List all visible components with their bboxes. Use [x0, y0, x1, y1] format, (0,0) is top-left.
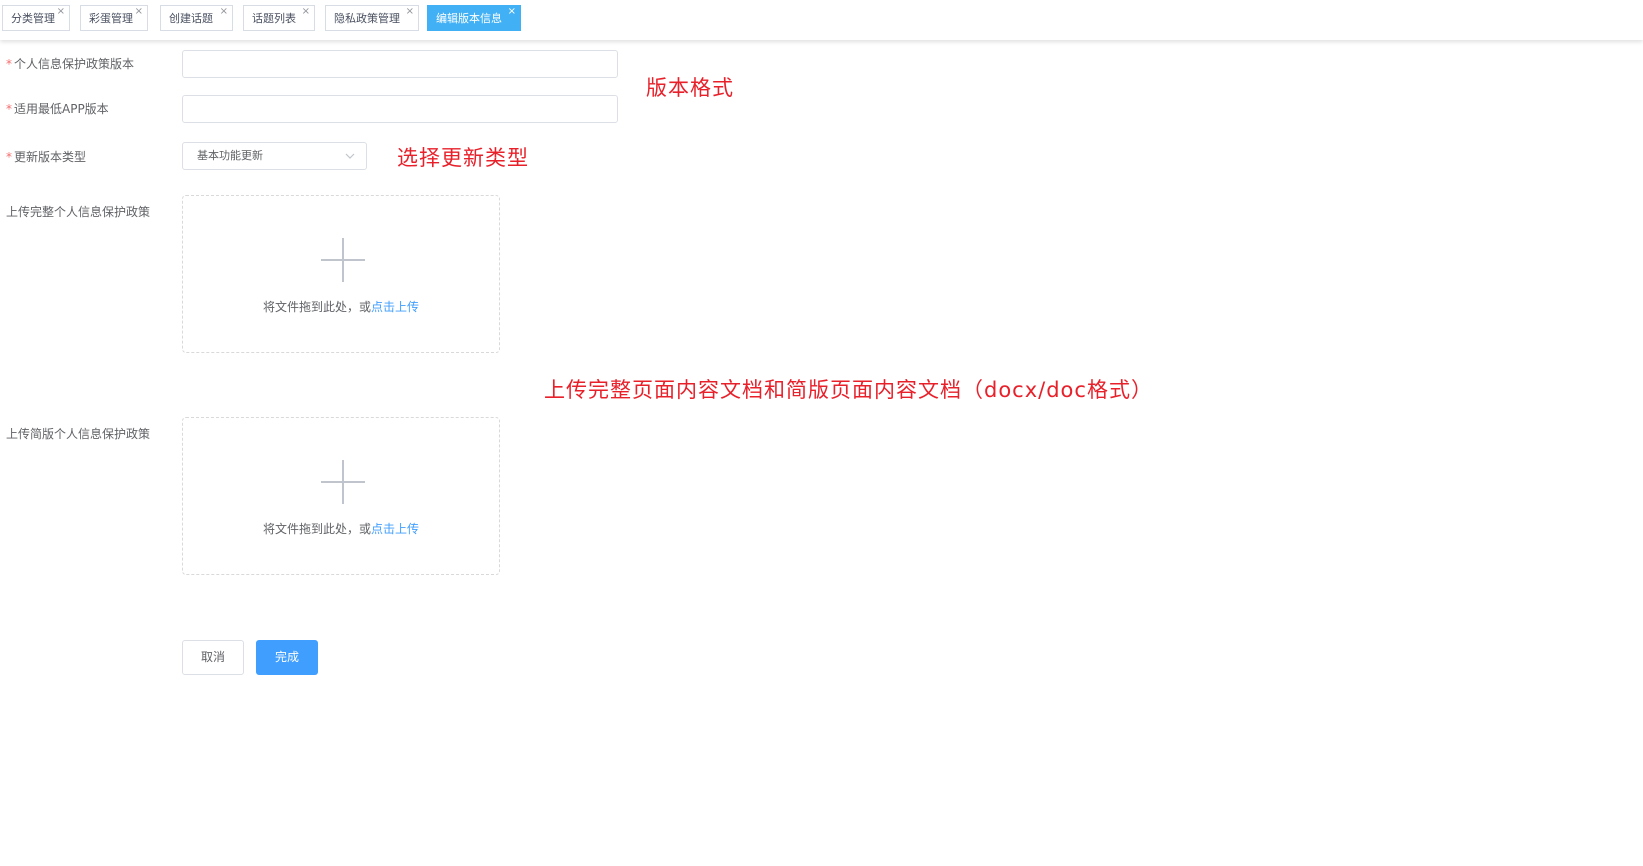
- chevron-down-icon: [345, 153, 355, 159]
- tab-edit-version-info[interactable]: 编辑版本信息 ×: [427, 5, 521, 31]
- done-button[interactable]: 完成: [256, 640, 318, 675]
- upload-brief-label: 上传简版个人信息保护政策: [6, 427, 151, 441]
- tab-category-management[interactable]: 分类管理 ×: [2, 5, 70, 31]
- upload-full-label: 上传完整个人信息保护政策: [6, 205, 151, 219]
- close-icon[interactable]: ×: [508, 5, 516, 19]
- close-icon[interactable]: ×: [135, 5, 143, 19]
- privacy-version-label: * 个人信息保护政策版本: [6, 57, 135, 71]
- upload-full-dropzone[interactable]: 将文件拖到此处，或点击上传: [182, 195, 500, 353]
- tab-label: 分类管理: [11, 12, 55, 25]
- upload-hint: 将文件拖到此处，或点击上传: [262, 522, 420, 536]
- click-upload-link[interactable]: 点击上传: [371, 300, 419, 314]
- close-icon[interactable]: ×: [406, 5, 414, 19]
- close-icon[interactable]: ×: [220, 5, 228, 19]
- close-icon[interactable]: ×: [57, 5, 65, 19]
- tab-label: 创建话题: [169, 12, 213, 25]
- upload-brief-dropzone[interactable]: 将文件拖到此处，或点击上传: [182, 417, 500, 575]
- annotation-select-type: 选择更新类型: [397, 146, 529, 170]
- update-type-selected: 基本功能更新: [197, 149, 263, 162]
- tab-privacy-policy-management[interactable]: 隐私政策管理 ×: [325, 5, 419, 31]
- min-app-version-label: * 适用最低APP版本: [6, 102, 109, 116]
- plus-icon: [321, 238, 365, 282]
- cancel-button[interactable]: 取消: [182, 640, 244, 675]
- required-mark: *: [6, 57, 12, 71]
- upload-hint: 将文件拖到此处，或点击上传: [262, 300, 420, 314]
- update-type-label: * 更新版本类型: [6, 150, 87, 164]
- tab-label: 彩蛋管理: [89, 12, 133, 25]
- update-type-select[interactable]: 基本功能更新: [182, 142, 367, 170]
- tab-topic-list[interactable]: 话题列表 ×: [243, 5, 315, 31]
- tab-label: 隐私政策管理: [334, 12, 400, 25]
- min-app-version-input[interactable]: [182, 95, 618, 123]
- annotation-version-format: 版本格式: [646, 76, 734, 100]
- tab-label: 话题列表: [252, 12, 296, 25]
- required-mark: *: [6, 102, 12, 116]
- required-mark: *: [6, 150, 12, 164]
- tags-view-bar: 分类管理 × 彩蛋管理 × 创建话题 × 话题列表 × 隐私政策管理 × 编辑版…: [0, 0, 1643, 40]
- tab-create-topic[interactable]: 创建话题 ×: [160, 5, 233, 31]
- annotation-upload-docs: 上传完整页面内容文档和简版页面内容文档（docx/doc格式）: [544, 378, 1153, 402]
- plus-icon: [321, 460, 365, 504]
- tab-label: 编辑版本信息: [436, 12, 502, 25]
- close-icon[interactable]: ×: [302, 5, 310, 19]
- click-upload-link[interactable]: 点击上传: [371, 522, 419, 536]
- tab-easter-egg-management[interactable]: 彩蛋管理 ×: [80, 5, 148, 31]
- privacy-version-input[interactable]: [182, 50, 618, 78]
